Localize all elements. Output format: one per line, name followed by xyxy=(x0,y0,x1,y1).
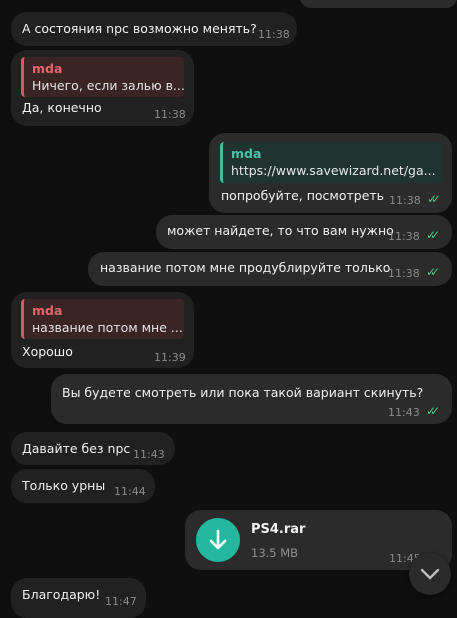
message-time: 11:38 xyxy=(388,267,420,280)
reply-text: Ничего, если залью в... xyxy=(32,78,184,93)
reply-text: название потом мне ... xyxy=(32,320,183,335)
message-bubble[interactable]: Только урны 11:44 xyxy=(11,469,155,503)
message-text: А состояния npc возможно менять? xyxy=(22,21,257,36)
message-bubble[interactable]: mda Ничего, если залью в... Да, конечно … xyxy=(11,50,194,126)
file-size: 13.5 MB xyxy=(251,546,299,560)
chevron-down-icon xyxy=(420,568,440,580)
message-time: 11:43 xyxy=(133,448,165,461)
message-time: 11:38 xyxy=(388,230,420,243)
message-time: 11:43 xyxy=(388,406,420,419)
reply-quote[interactable]: mda https://www.savewizard.net/ga... xyxy=(220,142,442,183)
message-time: 11:47 xyxy=(105,595,137,608)
message-text: название потом мне продублируйте только xyxy=(100,260,391,275)
message-time: 11:39 xyxy=(154,351,186,364)
message-bubble-partial xyxy=(300,0,457,8)
file-name: PS4.rar xyxy=(251,522,306,537)
message-bubble[interactable]: Давайте без npc 11:43 xyxy=(11,432,175,465)
message-bubble[interactable]: Вы будете смотреть или пока такой вариан… xyxy=(51,374,452,424)
reply-author: mda xyxy=(32,61,63,76)
message-bubble[interactable]: А состояния npc возможно менять? 11:38 xyxy=(11,12,297,46)
message-bubble[interactable]: mda название потом мне ... Хорошо 11:39 xyxy=(11,292,194,368)
double-check-icon: ✓✓ xyxy=(426,265,440,279)
message-text: Да, конечно xyxy=(22,100,102,115)
chat-message-list[interactable]: А состояния npc возможно менять? 11:38 m… xyxy=(0,0,457,618)
reply-text: https://www.savewizard.net/ga... xyxy=(231,163,436,178)
double-check-icon: ✓✓ xyxy=(427,192,441,206)
reply-quote[interactable]: mda Ничего, если залью в... xyxy=(21,57,184,97)
message-text: Только урны xyxy=(22,478,106,493)
message-bubble[interactable]: mda https://www.savewizard.net/ga... поп… xyxy=(209,133,452,213)
double-check-icon: ✓✓ xyxy=(426,228,440,242)
message-text: Благодарю! xyxy=(22,587,101,602)
scroll-to-bottom-button[interactable] xyxy=(409,553,451,595)
message-text: попробуйте, посмотреть xyxy=(221,188,385,203)
message-bubble[interactable]: название потом мне продублируйте только … xyxy=(88,252,452,286)
reply-author: mda xyxy=(32,303,63,318)
message-time: 11:38 xyxy=(154,108,186,121)
reply-author: mda xyxy=(231,146,262,161)
message-text: Вы будете смотреть или пока такой вариан… xyxy=(62,385,424,400)
message-bubble[interactable]: может найдете, то что вам нужно 11:38 ✓✓ xyxy=(156,215,452,249)
double-check-icon: ✓✓ xyxy=(426,404,440,418)
message-text: Хорошо xyxy=(22,344,73,359)
download-arrow-icon xyxy=(209,529,227,550)
message-bubble[interactable]: Благодарю! 11:47 xyxy=(11,578,146,618)
message-time: 11:44 xyxy=(114,485,146,498)
reply-quote[interactable]: mda название потом мне ... xyxy=(21,299,184,339)
message-time: 11:38 xyxy=(389,194,421,207)
message-text: может найдете, то что вам нужно xyxy=(167,223,394,238)
message-text: Давайте без npc xyxy=(22,441,131,456)
message-time: 11:38 xyxy=(258,28,290,41)
file-download-button[interactable] xyxy=(196,518,240,562)
